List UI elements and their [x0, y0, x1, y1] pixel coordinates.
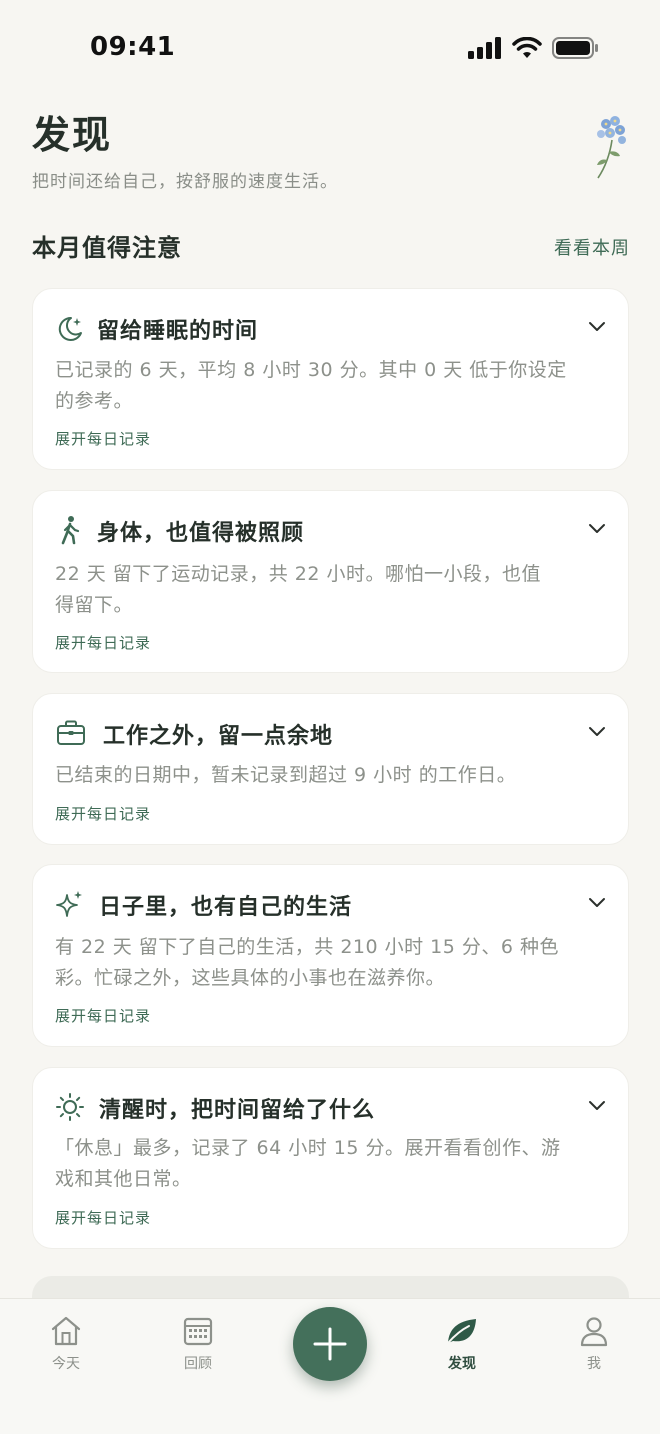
card-description: 22 天 留下了运动记录，共 22 小时。哪怕一小段，也值 得留下。 — [55, 559, 610, 621]
work-card[interactable]: 工作之外，留一点余地 已结束的日期中，暂未记录到超过 9 小时 的工作日。 展开… — [32, 693, 629, 845]
tab-label: 我 — [587, 1356, 601, 1372]
card-description-line: 戏和其他日常。 — [55, 1168, 192, 1190]
chevron-down-icon[interactable] — [588, 726, 606, 738]
card-description: 已结束的日期中，暂未记录到超过 9 小时 的工作日。 — [55, 760, 610, 791]
chevron-down-icon[interactable] — [588, 897, 606, 909]
cellular-signal-icon — [468, 37, 501, 59]
card-description: 已记录的 6 天，平均 8 小时 30 分。其中 0 天 低于你设定 的参考。 — [55, 355, 610, 417]
chevron-down-icon[interactable] — [588, 1100, 606, 1112]
wifi-icon — [512, 37, 542, 58]
sun-icon — [56, 1093, 84, 1121]
section-title: 本月值得注意 — [32, 234, 182, 262]
card-description: 有 22 天 留下了自己的生活，共 210 小时 15 分、6 种色 彩。忙碌之… — [55, 932, 610, 994]
page-subtitle: 把时间还给自己，按舒服的速度生活。 — [32, 172, 338, 192]
card-description: 「休息」最多，记录了 64 小时 15 分。展开看看创作、游 戏和其他日常。 — [55, 1133, 610, 1195]
card-title: 留给睡眠的时间 — [97, 319, 259, 344]
expand-daily-link[interactable]: 展开每日记录 — [55, 803, 151, 824]
page-title: 发现 — [32, 113, 113, 157]
sleep-card[interactable]: 留给睡眠的时间 已记录的 6 天，平均 8 小时 30 分。其中 0 天 低于你… — [32, 288, 629, 470]
leaf-icon — [447, 1319, 476, 1344]
status-bar: 09:41 — [0, 0, 660, 96]
card-description-line: 彩。忙碌之外，这些具体的小事也在滋养你。 — [55, 967, 446, 989]
moon-icon — [58, 316, 82, 341]
exercise-card[interactable]: 身体，也值得被照顾 22 天 留下了运动记录，共 22 小时。哪怕一小段，也值 … — [32, 490, 629, 673]
battery-icon — [552, 37, 598, 59]
status-icons — [468, 36, 600, 60]
home-icon — [51, 1316, 81, 1346]
expand-daily-link[interactable]: 展开每日记录 — [55, 1005, 151, 1026]
section-header: 本月值得注意 看看本周 — [32, 228, 630, 264]
tab-label: 今天 — [52, 1356, 80, 1372]
tab-me[interactable]: 我 — [554, 1315, 634, 1373]
chevron-down-icon[interactable] — [588, 523, 606, 535]
flower-icon — [597, 116, 626, 179]
calendar-icon — [183, 1317, 213, 1346]
plus-icon — [313, 1327, 347, 1361]
sparkle-icon — [56, 891, 82, 917]
card-description-line: 已结束的日期中，暂未记录到超过 9 小时 的工作日。 — [55, 764, 517, 786]
chevron-down-icon[interactable] — [588, 321, 606, 333]
card-description-line: 已记录的 6 天，平均 8 小时 30 分。其中 0 天 低于你设定 — [55, 359, 567, 381]
tab-discover[interactable]: 发现 — [422, 1315, 502, 1373]
expand-daily-link[interactable]: 展开每日记录 — [55, 632, 151, 653]
expand-daily-link[interactable]: 展开每日记录 — [55, 1207, 151, 1228]
awake-time-card[interactable]: 清醒时，把时间留给了什么 「休息」最多，记录了 64 小时 15 分。展开看看创… — [32, 1067, 629, 1249]
card-description-line: 的参考。 — [55, 390, 134, 412]
tab-review[interactable]: 回顾 — [158, 1315, 238, 1373]
status-time: 09:41 — [90, 32, 176, 62]
briefcase-icon — [57, 720, 85, 745]
card-title: 工作之外，留一点余地 — [103, 724, 334, 749]
expand-daily-link[interactable]: 展开每日记录 — [55, 428, 151, 449]
add-record-button[interactable] — [293, 1307, 367, 1381]
card-title: 日子里，也有自己的生活 — [99, 895, 353, 920]
tab-label: 回顾 — [184, 1356, 212, 1372]
card-title: 清醒时，把时间留给了什么 — [99, 1098, 376, 1123]
page-header: 发现 把时间还给自己，按舒服的速度生活。 — [32, 104, 632, 192]
life-card[interactable]: 日子里，也有自己的生活 有 22 天 留下了自己的生活，共 210 小时 15 … — [32, 864, 629, 1047]
card-title: 身体，也值得被照顾 — [97, 521, 305, 546]
card-description-line: 22 天 留下了运动记录，共 22 小时。哪怕一小段，也值 — [55, 563, 542, 585]
walking-icon — [61, 516, 80, 545]
tab-label: 发现 — [448, 1356, 476, 1372]
card-description-line: 「休息」最多，记录了 64 小时 15 分。展开看看创作、游 — [55, 1137, 561, 1159]
card-description-line: 得留下。 — [55, 594, 134, 616]
bottom-tab-bar: 今天 回顾 发现 我 — [0, 1298, 660, 1434]
view-week-link[interactable]: 看看本周 — [554, 234, 630, 260]
tab-today[interactable]: 今天 — [26, 1315, 106, 1373]
person-icon — [580, 1317, 608, 1347]
card-description-line: 有 22 天 留下了自己的生活，共 210 小时 15 分、6 种色 — [55, 936, 560, 958]
